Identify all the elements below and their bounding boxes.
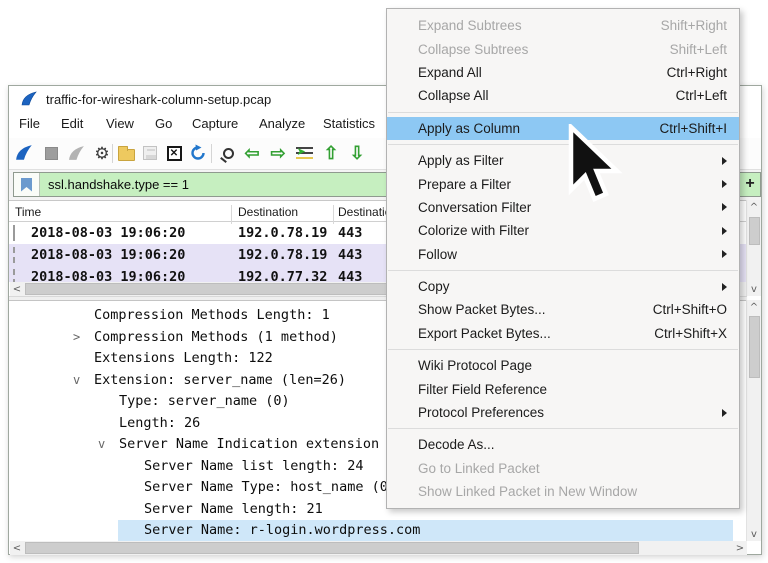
menu-item-apply-as-filter[interactable]: Apply as Filter (387, 149, 739, 172)
menu-statistics[interactable]: Statistics (323, 116, 375, 131)
detail-vscrollbar[interactable]: ^ v (746, 300, 761, 541)
filter-expression[interactable]: ssl.handshake.type == 1 (40, 173, 189, 196)
find-packet-icon[interactable] (215, 142, 237, 164)
menu-item-expand-all[interactable]: Expand AllCtrl+Right (387, 61, 739, 84)
collapsed-arrow-icon[interactable]: > (73, 327, 80, 349)
cell-destination: 192.0.77.32 (238, 269, 327, 282)
go-to-packet-icon[interactable] (293, 142, 315, 164)
scroll-up-icon[interactable]: ^ (747, 300, 761, 314)
menu-item-follow[interactable]: Follow (387, 243, 739, 266)
menu-item-go-to-linked-packet: Go to Linked Packet (387, 457, 739, 480)
scroll-down-icon[interactable]: v (747, 527, 761, 541)
cell-destination: 192.0.78.19 (238, 225, 327, 241)
go-to-bottom-icon[interactable]: ⇩ (346, 142, 368, 164)
menu-item-export-packet-bytes[interactable]: Export Packet Bytes...Ctrl+Shift+X (387, 322, 739, 345)
toolbar-separator (112, 144, 113, 163)
menu-edit[interactable]: Edit (61, 116, 83, 131)
scroll-up-icon[interactable]: ^ (747, 200, 761, 214)
close-file-icon[interactable]: ✕ (163, 142, 185, 164)
submenu-arrow-icon (722, 283, 727, 291)
menu-item-show-linked-packet-in-new-window: Show Linked Packet in New Window (387, 480, 739, 503)
menu-item-filter-field-reference[interactable]: Filter Field Reference (387, 377, 739, 400)
toolbar-separator (211, 144, 212, 163)
menu-item-show-packet-bytes[interactable]: Show Packet Bytes...Ctrl+Shift+O (387, 298, 739, 321)
submenu-arrow-icon (722, 203, 727, 211)
vscroll-thumb[interactable] (749, 217, 760, 245)
stop-capture-icon[interactable] (40, 142, 62, 164)
cell-time: 2018-08-03 19:06:20 (31, 247, 185, 263)
menu-item-wiki-protocol-page[interactable]: Wiki Protocol Page (387, 354, 739, 377)
wireshark-logo-icon (21, 91, 38, 107)
cell-time: 2018-08-03 19:06:20 (31, 225, 185, 241)
scroll-left-icon[interactable]: < (10, 282, 24, 296)
hscroll-thumb[interactable] (25, 542, 639, 554)
cell-destination: 192.0.78.19 (238, 247, 327, 263)
submenu-arrow-icon (722, 157, 727, 165)
menu-item-colorize-with-filter[interactable]: Colorize with Filter (387, 219, 739, 242)
menu-separator (388, 428, 738, 429)
screenshot-root: traffic-for-wireshark-column-setup.pcap … (0, 0, 768, 563)
cell-dest-port: 443 (338, 269, 362, 282)
menu-separator (388, 112, 738, 113)
go-to-top-icon[interactable]: ⇧ (320, 142, 342, 164)
reload-file-icon[interactable] (187, 142, 209, 164)
cell-dest-port: 443 (338, 225, 362, 241)
menu-capture[interactable]: Capture (192, 116, 238, 131)
start-capture-icon[interactable] (13, 142, 35, 164)
menu-go[interactable]: Go (155, 116, 172, 131)
go-back-icon[interactable]: ⇦ (241, 142, 263, 164)
menu-item-conversation-filter[interactable]: Conversation Filter (387, 196, 739, 219)
scroll-down-icon[interactable]: v (747, 282, 761, 296)
tree-line-selected[interactable]: Server Name: r-login.wordpress.com (9, 520, 747, 541)
restart-capture-icon[interactable] (66, 142, 88, 164)
column-header-destination[interactable]: Destination (238, 205, 298, 219)
menu-item-protocol-preferences[interactable]: Protocol Preferences (387, 401, 739, 424)
menu-separator (388, 270, 738, 271)
submenu-arrow-icon (722, 180, 727, 188)
open-file-icon[interactable] (115, 142, 137, 164)
menu-view[interactable]: View (106, 116, 134, 131)
vscroll-thumb[interactable] (749, 316, 760, 378)
submenu-arrow-icon (722, 227, 727, 235)
menu-separator (388, 144, 738, 145)
packet-list-vscrollbar[interactable]: ^ v (746, 200, 761, 296)
menu-item-decode-as[interactable]: Decode As... (387, 433, 739, 456)
bookmark-icon (21, 178, 32, 192)
menu-item-collapse-subtrees: Collapse SubtreesShift+Left (387, 37, 739, 60)
related-packet-mark (13, 269, 15, 282)
menu-item-copy[interactable]: Copy (387, 275, 739, 298)
menu-item-collapse-all[interactable]: Collapse AllCtrl+Left (387, 84, 739, 107)
related-packet-mark (13, 225, 15, 241)
menu-item-apply-as-column[interactable]: Apply as ColumnCtrl+Shift+I (387, 117, 739, 140)
detail-hscrollbar[interactable]: < > (10, 541, 747, 555)
menu-separator (388, 349, 738, 350)
save-file-icon[interactable] (139, 142, 161, 164)
filter-add-button[interactable]: + (741, 175, 759, 193)
window-title: traffic-for-wireshark-column-setup.pcap (46, 92, 271, 107)
context-menu: Expand SubtreesShift+Right Collapse Subt… (386, 8, 740, 509)
menu-file[interactable]: File (19, 116, 40, 131)
related-packet-mark (13, 247, 15, 263)
scroll-right-icon[interactable]: > (733, 541, 747, 555)
submenu-arrow-icon (722, 409, 727, 417)
expanded-arrow-icon[interactable]: v (73, 370, 80, 392)
menu-analyze[interactable]: Analyze (259, 116, 305, 131)
cell-time: 2018-08-03 19:06:20 (31, 269, 185, 282)
expanded-arrow-icon[interactable]: v (98, 434, 105, 456)
go-forward-icon[interactable]: ⇨ (267, 142, 289, 164)
menu-item-prepare-a-filter[interactable]: Prepare a Filter (387, 172, 739, 195)
submenu-arrow-icon (722, 250, 727, 258)
menu-item-expand-subtrees: Expand SubtreesShift+Right (387, 14, 739, 37)
filter-bookmark-button[interactable] (14, 173, 40, 196)
capture-options-icon[interactable]: ⚙ (91, 142, 113, 164)
scroll-left-icon[interactable]: < (10, 541, 24, 555)
column-header-time[interactable]: Time (15, 205, 41, 219)
cell-dest-port: 443 (338, 247, 362, 263)
